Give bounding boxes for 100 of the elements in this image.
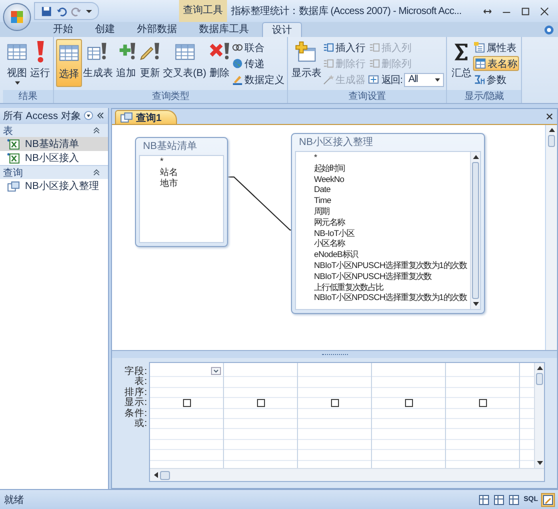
nav-item[interactable]: NB基站清单 — [0, 137, 108, 151]
nav-section-header[interactable]: 查询 — [0, 165, 108, 179]
ribbon-button[interactable]: 更新 — [138, 39, 162, 87]
table-names-icon — [475, 58, 486, 69]
ribbon-button[interactable]: 数据定义 — [231, 72, 286, 87]
checkbox[interactable] — [256, 398, 264, 407]
nav-item[interactable]: NB小区接入 — [0, 151, 108, 165]
dropdown-icon[interactable] — [211, 367, 221, 375]
arrow-left-icon[interactable] — [154, 472, 158, 478]
save-icon[interactable] — [41, 6, 52, 16]
nav-pane-header[interactable]: 所有 Access 对象 — [0, 108, 108, 123]
grid-cell[interactable] — [372, 398, 445, 409]
field-name[interactable]: 站名 — [160, 166, 223, 178]
checkbox[interactable] — [330, 398, 338, 407]
ribbon-tab[interactable]: 开始 — [44, 22, 82, 37]
maximize-icon[interactable] — [520, 6, 531, 16]
ribbon-tab[interactable]: 设计 — [262, 22, 302, 37]
ribbon-button[interactable]: 属性表 — [473, 40, 520, 55]
return-combo[interactable]: All — [404, 72, 444, 86]
caret-icon[interactable] — [86, 8, 92, 14]
exclamation-icon — [36, 41, 44, 63]
join-line — [227, 174, 293, 232]
scrollbar[interactable] — [470, 152, 480, 309]
scrollbar[interactable] — [534, 363, 544, 468]
design-view-icon[interactable] — [542, 494, 554, 506]
delete-row-icon — [323, 58, 334, 69]
arrow-down-icon[interactable] — [536, 461, 542, 465]
field-name[interactable]: Time — [314, 195, 470, 206]
grid-cell[interactable] — [150, 367, 223, 378]
close-icon[interactable] — [539, 6, 550, 16]
group-label: 显示/隐藏 — [447, 90, 522, 103]
nav-section-header[interactable]: 表 — [0, 123, 108, 137]
scrollbar-thumb[interactable] — [472, 162, 479, 299]
field-name[interactable]: 地市 — [160, 178, 223, 188]
group-label: 查询类型 — [54, 90, 288, 103]
dropdown-icon[interactable] — [84, 111, 93, 120]
field-name[interactable]: NBIoT小区NPUSCH选择重复次数 — [314, 270, 470, 282]
field-name[interactable]: * — [160, 156, 223, 167]
ribbon-button[interactable]: 视图 — [5, 39, 29, 87]
field-name[interactable]: * — [314, 152, 470, 163]
scrollbar[interactable] — [545, 125, 557, 350]
scrollbar-thumb[interactable] — [548, 135, 555, 147]
arrow-down-icon[interactable] — [472, 302, 478, 306]
field-name[interactable]: NBIoT小区NPDSCH选择重复次数为1的次数 — [314, 292, 470, 304]
ribbon-button[interactable]: 汇总 — [449, 39, 474, 87]
pivot-chart-icon[interactable] — [508, 494, 520, 506]
field-name[interactable]: NBIoT小区NPUSCH选择重复次数为1的次数 — [314, 260, 470, 271]
ribbon-button[interactable]: 删除 — [207, 39, 232, 87]
ribbon-tab[interactable]: 数据库工具 — [190, 22, 258, 37]
field-name[interactable]: 小区名称 — [314, 238, 470, 250]
ribbon-button[interactable]: 运行 — [29, 39, 51, 87]
field-name[interactable]: 起始时间 — [314, 162, 470, 174]
field-name[interactable]: 周期 — [314, 206, 470, 217]
ribbon-button[interactable]: 生成表 — [82, 39, 114, 87]
chevron-icon — [93, 169, 100, 176]
field-name[interactable]: WeekNo — [314, 174, 470, 184]
status-text: 就绪 — [4, 494, 25, 506]
arrow-up-icon[interactable] — [548, 128, 554, 132]
ribbon-button[interactable]: 选择 — [56, 39, 82, 87]
table-title: NB基站清单 — [142, 140, 198, 154]
checkbox[interactable] — [478, 398, 486, 407]
grid-cell[interactable] — [224, 398, 297, 409]
field-name[interactable]: Date — [314, 184, 470, 196]
ribbon-tab[interactable]: 创建 — [86, 22, 124, 37]
nav-item[interactable]: NB小区接入整理 — [0, 179, 108, 193]
row-label: 条件: — [123, 408, 147, 419]
ribbon-button[interactable]: 显示表 — [290, 39, 322, 87]
ribbon-button[interactable]: 插入行 — [322, 40, 366, 55]
ribbon-button[interactable]: 联合 — [231, 40, 286, 55]
redo-icon[interactable] — [71, 6, 82, 16]
field-name[interactable]: NB-IoT小区 — [314, 228, 470, 238]
field-name[interactable]: 上行低重复次数占比 — [314, 282, 470, 292]
checkbox[interactable] — [404, 398, 412, 407]
scrollbar[interactable] — [150, 468, 544, 481]
pencil-exclamation-icon — [139, 41, 161, 63]
scrollbar-thumb[interactable] — [160, 470, 170, 480]
arrow-up-icon[interactable] — [536, 366, 542, 370]
ribbon-button[interactable]: 传递 — [231, 56, 286, 71]
pivot-table-icon[interactable] — [492, 494, 505, 506]
ribbon-button[interactable]: 参数 — [473, 72, 520, 87]
field-name[interactable]: 网元名称 — [314, 216, 470, 228]
grid-cell[interactable] — [446, 398, 519, 409]
ribbon-button[interactable]: 表名称 — [473, 56, 520, 71]
datasheet-view-icon[interactable] — [478, 494, 490, 506]
help-icon[interactable] — [544, 25, 554, 35]
grid-cell[interactable] — [298, 398, 371, 409]
ribbon-button[interactable]: 交叉表(B) — [162, 39, 208, 87]
document-tab[interactable]: 查询1 — [115, 110, 177, 124]
arrow-up-icon[interactable] — [472, 155, 478, 159]
collapse-icon[interactable] — [96, 111, 105, 120]
ribbon-tab[interactable]: 外部数据 — [128, 22, 186, 37]
checkbox[interactable] — [182, 398, 190, 407]
grid-cell[interactable] — [150, 398, 223, 409]
field-name[interactable]: eNodeB标识 — [314, 249, 470, 260]
ribbon-button[interactable]: 追加 — [114, 39, 138, 87]
scrollbar-thumb[interactable] — [536, 373, 543, 385]
splitter[interactable] — [112, 350, 557, 358]
close-icon[interactable] — [546, 113, 553, 120]
undo-icon[interactable] — [56, 6, 67, 16]
office-button[interactable] — [3, 3, 31, 31]
